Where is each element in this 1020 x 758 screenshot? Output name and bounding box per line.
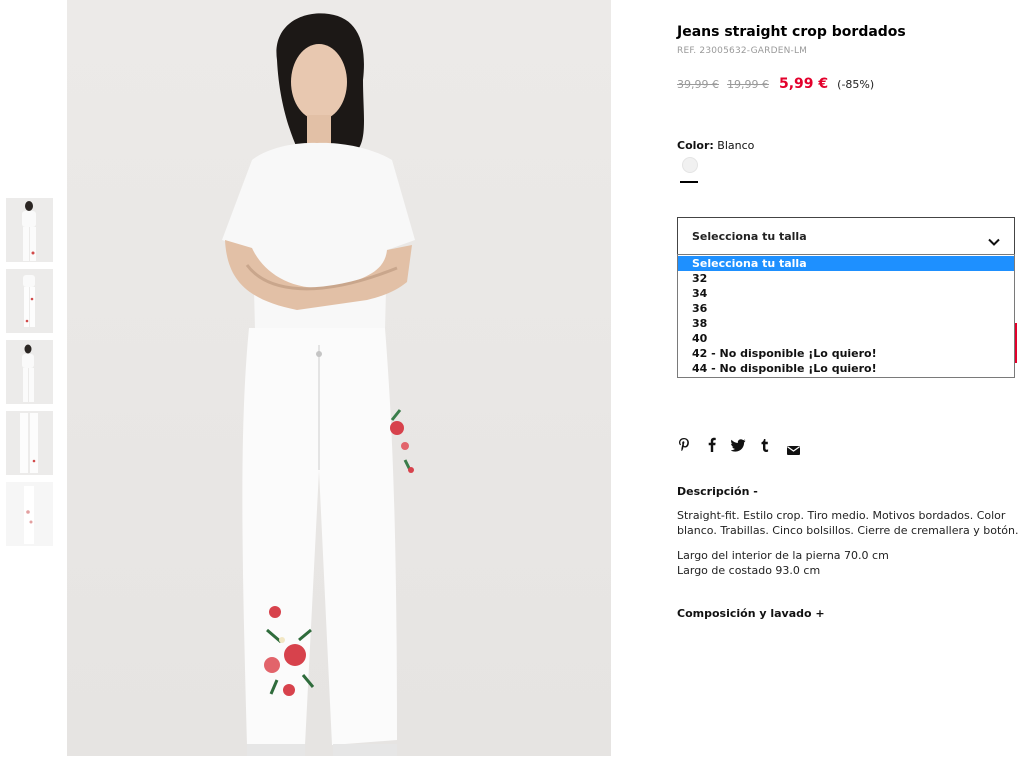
product-main-image[interactable] — [67, 0, 611, 756]
pinterest-icon[interactable] — [678, 437, 690, 456]
price-block: 39,99 € 19,99 € 5,99 € (-85%) — [677, 73, 874, 92]
description-toggle[interactable]: Descripción - — [677, 485, 758, 498]
thumbnail-4[interactable] — [6, 411, 53, 475]
size-option-42[interactable]: 42 - No disponible ¡Lo quiero! — [678, 346, 1014, 361]
thumbnail-strip — [6, 198, 53, 553]
measurements: Largo del interior de la pierna 70.0 cm … — [677, 548, 889, 578]
color-value: Blanco — [717, 139, 755, 152]
twitter-icon[interactable] — [730, 437, 746, 456]
color-label: Color: — [677, 139, 714, 152]
size-option-placeholder[interactable]: Selecciona tu talla — [678, 256, 1014, 271]
color-row: Color: Blanco — [677, 139, 754, 152]
measure-outseam: Largo de costado 93.0 cm — [677, 564, 821, 577]
size-select[interactable]: Selecciona tu talla — [677, 217, 1015, 255]
color-swatch-blanco[interactable] — [682, 157, 698, 173]
facebook-icon[interactable] — [708, 437, 716, 456]
price-original: 39,99 € — [677, 78, 719, 91]
size-option-34[interactable]: 34 — [678, 286, 1014, 301]
thumbnail-1[interactable] — [6, 198, 53, 262]
measure-inseam: Largo del interior de la pierna 70.0 cm — [677, 549, 889, 562]
size-option-32[interactable]: 32 — [678, 271, 1014, 286]
size-option-40[interactable]: 40 — [678, 331, 1014, 346]
thumbnail-3[interactable] — [6, 340, 53, 404]
price-previous: 19,99 € — [727, 78, 769, 91]
size-select-value: Selecciona tu talla — [692, 230, 807, 243]
product-title: Jeans straight crop bordados — [677, 24, 906, 40]
tumblr-icon[interactable] — [761, 437, 769, 456]
price-current: 5,99 € — [779, 76, 829, 92]
description-text: Straight-fit. Estilo crop. Tiro medio. M… — [677, 509, 1019, 537]
discount-badge: (-85%) — [837, 78, 875, 91]
size-option-36[interactable]: 36 — [678, 301, 1014, 316]
size-dropdown-list: Selecciona tu talla 32 34 36 38 40 42 - … — [677, 254, 1015, 378]
size-option-38[interactable]: 38 — [678, 316, 1014, 331]
swatch-selected-indicator — [680, 181, 698, 183]
composition-toggle[interactable]: Composición y lavado + — [677, 607, 825, 620]
chevron-down-icon — [988, 231, 1000, 250]
add-to-cart-button-edge[interactable] — [1015, 323, 1017, 363]
email-icon[interactable] — [787, 440, 800, 459]
thumbnail-5[interactable] — [6, 482, 53, 546]
size-option-44[interactable]: 44 - No disponible ¡Lo quiero! — [678, 361, 1014, 376]
thumbnail-2[interactable] — [6, 269, 53, 333]
product-reference: REF. 23005632-GARDEN-LM — [677, 46, 808, 56]
